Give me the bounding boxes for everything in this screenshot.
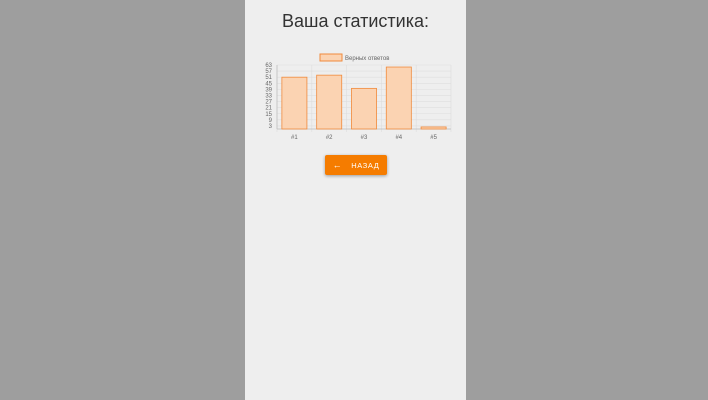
y-tick-label: 27	[265, 100, 272, 106]
y-tick-label: 63	[265, 63, 272, 69]
y-tick-label: 33	[265, 93, 272, 99]
page-title: Ваша статистика:	[281, 11, 429, 31]
x-tick-label: #2	[326, 135, 333, 141]
legend-label: Верных ответов	[345, 56, 389, 62]
y-tick-label: 15	[265, 112, 272, 118]
y-tick-label: 21	[265, 106, 272, 112]
arrow-left-icon: ←	[332, 159, 343, 170]
x-tick-label: #5	[430, 135, 437, 141]
bar	[351, 87, 377, 130]
bar-chart: Верных ответов 39152127333945515763 #1 #2…	[265, 53, 452, 141]
y-tick-label: 39	[265, 87, 272, 93]
x-tick-label: #1	[291, 135, 298, 141]
bar	[420, 126, 447, 130]
bar	[316, 74, 343, 130]
y-tick-label: 9	[269, 118, 273, 124]
y-tick-label: 3	[269, 124, 273, 130]
y-tick-label: 51	[265, 75, 272, 81]
bar	[281, 76, 308, 130]
y-tick-label: 45	[265, 81, 272, 87]
x-tick-label: #3	[361, 135, 368, 141]
back-button-label: НАЗАД	[351, 160, 380, 170]
x-tick-label: #4	[395, 135, 402, 141]
statistics-panel: Ваша статистика: Верных ответов 3 9 15 21 27…	[245, 0, 466, 400]
y-tick-label: 57	[265, 69, 272, 75]
back-button[interactable]: ← НАЗАД	[325, 155, 387, 175]
legend-swatch	[319, 53, 343, 62]
legend: Верных ответов	[319, 53, 389, 62]
bar	[385, 66, 412, 130]
